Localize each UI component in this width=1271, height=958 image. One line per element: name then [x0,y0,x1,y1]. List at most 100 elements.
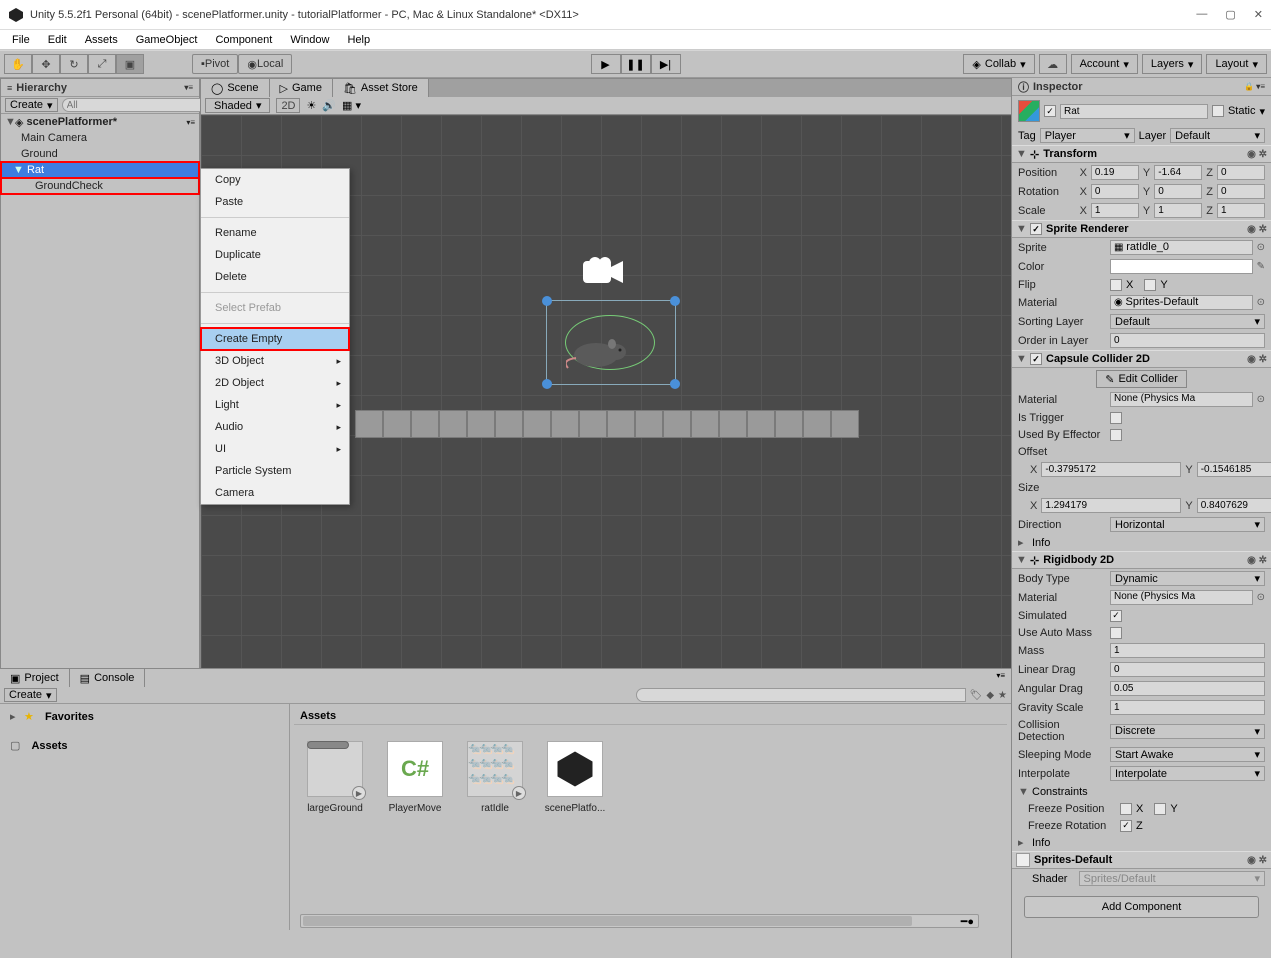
ctx-copy[interactable]: Copy [201,169,349,191]
ctx-create-empty[interactable]: Create Empty [201,328,349,350]
shaded-dropdown[interactable]: Shaded ▾ [205,98,270,113]
freeze-rot-z[interactable]: ✓ [1120,820,1132,832]
account-dropdown[interactable]: Account ▾ [1071,54,1138,74]
asset-playermove[interactable]: C# PlayerMove [384,741,446,814]
menu-window[interactable]: Window [282,32,337,48]
ctx-camera[interactable]: Camera [201,482,349,504]
tab-scene[interactable]: ◯ Scene [201,79,270,97]
assets-breadcrumb[interactable]: Assets [294,708,1007,725]
freeze-pos-y[interactable] [1154,803,1166,815]
pivot-toggle[interactable]: ▪ Pivot [192,54,238,74]
transform-header[interactable]: ▼⊹ Transform◉ ✲ [1012,145,1271,163]
offset-y[interactable] [1197,462,1271,477]
search-save-icon[interactable]: ★ [998,690,1007,701]
layers-dropdown[interactable]: Layers ▾ [1142,54,1203,74]
rot-z[interactable] [1217,184,1265,199]
material-field[interactable]: ◉ Sprites-Default [1110,295,1253,310]
hierarchy-item-rat[interactable]: ▼ Rat [1,162,199,178]
effector-checkbox[interactable] [1110,429,1122,441]
object-picker-icon[interactable]: ⊙ [1257,242,1265,253]
lineardrag-field[interactable] [1110,662,1265,677]
ctx-2d-object[interactable]: 2D Object▸ [201,372,349,394]
trigger-checkbox[interactable] [1110,412,1122,424]
bodytype-dropdown[interactable]: Dynamic▾ [1110,571,1265,586]
collider-material-field[interactable]: None (Physics Ma [1110,392,1253,407]
handle-icon[interactable] [542,379,552,389]
ctx-duplicate[interactable]: Duplicate [201,244,349,266]
static-checkbox[interactable] [1212,105,1224,117]
handle-icon[interactable] [670,379,680,389]
sleeping-dropdown[interactable]: Start Awake▾ [1110,747,1265,762]
sorting-layer-dropdown[interactable]: Default▾ [1110,314,1265,329]
scale-x[interactable] [1091,203,1139,218]
rb-material-field[interactable]: None (Physics Ma [1110,590,1253,605]
ctx-particle[interactable]: Particle System [201,460,349,482]
layout-dropdown[interactable]: Layout ▾ [1206,54,1267,74]
maximize-button[interactable]: ▢ [1225,8,1235,21]
menu-component[interactable]: Component [207,32,280,48]
lighting-icon[interactable]: ☀ [306,99,316,112]
flip-y-checkbox[interactable] [1144,279,1156,291]
move-tool-button[interactable]: ✥ [32,54,60,74]
object-picker-icon[interactable]: ⊙ [1257,394,1265,405]
step-button[interactable]: ▶| [651,54,681,74]
automass-checkbox[interactable] [1110,627,1122,639]
ctx-audio[interactable]: Audio▸ [201,416,349,438]
simulated-checkbox[interactable]: ✓ [1110,610,1122,622]
hierarchy-tab[interactable]: ≡Hierarchy▾≡ [1,79,199,97]
sprite-field[interactable]: ▦ ratIdle_0 [1110,240,1253,255]
play-button[interactable]: ▶ [591,54,621,74]
color-field[interactable] [1110,259,1253,274]
asset-largeground[interactable]: ▶ largeGround [304,741,366,814]
add-component-button[interactable]: Add Component [1024,896,1259,918]
name-field[interactable] [1060,104,1208,119]
pos-z[interactable] [1217,165,1265,180]
project-search[interactable] [636,688,966,702]
ctx-rename[interactable]: Rename [201,222,349,244]
ctx-delete[interactable]: Delete [201,266,349,288]
object-picker-icon[interactable]: ⊙ [1257,297,1265,308]
project-create-button[interactable]: Create ▾ [4,688,57,702]
angulardrag-field[interactable] [1110,681,1265,696]
assets-folder[interactable]: ▢ Assets [4,737,285,754]
search-type-icon[interactable]: ◆ [986,690,994,701]
hierarchy-item-ground[interactable]: Ground [1,146,199,162]
pos-x[interactable] [1091,165,1139,180]
rect-tool-button[interactable]: ▣ [116,54,144,74]
tab-console[interactable]: ▤ Console [70,669,146,687]
object-picker-icon[interactable]: ⊙ [1257,592,1265,603]
mass-field[interactable] [1110,643,1265,658]
tab-game[interactable]: ▷ Game [270,79,333,97]
hierarchy-search[interactable] [62,98,204,112]
pause-button[interactable]: ❚❚ [621,54,651,74]
eyedropper-icon[interactable]: ✎ [1257,261,1265,272]
material-header[interactable]: Sprites-Default◉ ✲ [1012,851,1271,869]
gravity-field[interactable] [1110,700,1265,715]
ctx-paste[interactable]: Paste [201,191,349,213]
asset-ratidle[interactable]: 🐀🐀🐀🐀🐀🐀🐀🐀🐀🐀🐀🐀 ▶ ratIdle [464,741,526,814]
rot-x[interactable] [1091,184,1139,199]
audio-icon[interactable]: 🔊 [322,99,336,112]
scene-root-item[interactable]: ▼◈ scenePlatformer*▾≡ [1,114,199,130]
scale-z[interactable] [1217,203,1265,218]
ctx-3d-object[interactable]: 3D Object▸ [201,350,349,372]
scale-tool-button[interactable]: ⤢ [88,54,116,74]
rot-y[interactable] [1154,184,1202,199]
inspector-tab[interactable]: ⓘ Inspector🔒 ▾≡ [1012,78,1271,96]
collision-dropdown[interactable]: Discrete▾ [1110,724,1265,739]
local-toggle[interactable]: ◉ Local [238,54,292,74]
menu-file[interactable]: File [4,32,38,48]
active-checkbox[interactable]: ✓ [1044,105,1056,117]
interpolate-dropdown[interactable]: Interpolate▾ [1110,766,1265,781]
collab-dropdown[interactable]: ◈ Collab ▾ [963,54,1034,74]
tab-project[interactable]: ▣ Project [0,669,70,687]
ctx-light[interactable]: Light▸ [201,394,349,416]
order-field[interactable] [1110,333,1265,348]
direction-dropdown[interactable]: Horizontal▾ [1110,517,1265,532]
rat-sprite[interactable] [566,330,646,370]
edit-collider-button[interactable]: ✎ Edit Collider [1096,370,1187,388]
sprite-renderer-header[interactable]: ▼✓ Sprite Renderer◉ ✲ [1012,220,1271,238]
search-filter-icon[interactable]: 🏷 [970,690,983,701]
hierarchy-create-button[interactable]: Create ▾ [5,98,58,112]
capsule-collider-header[interactable]: ▼✓ Capsule Collider 2D◉ ✲ [1012,350,1271,368]
